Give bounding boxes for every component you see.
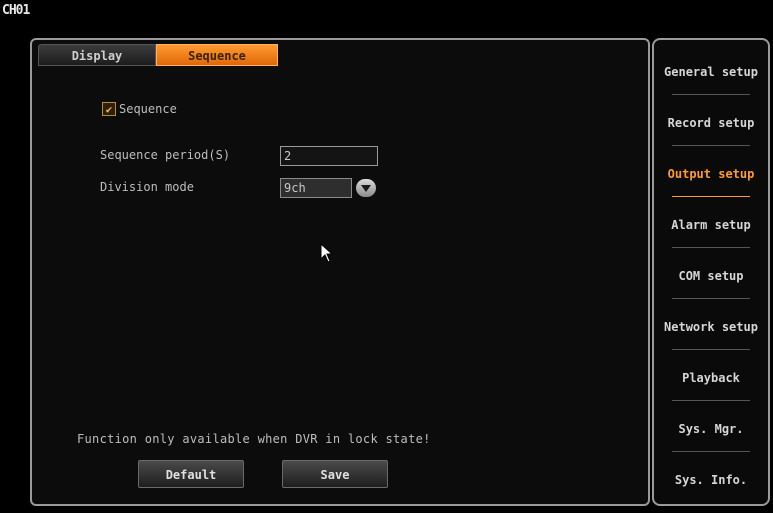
tab-sequence[interactable]: Sequence <box>156 44 278 66</box>
sequence-checkbox[interactable]: ✔ <box>102 102 116 116</box>
tab-display[interactable]: Display <box>38 44 156 66</box>
chevron-down-icon[interactable] <box>356 179 376 197</box>
sequence-checkbox-label: Sequence <box>119 102 177 116</box>
setup-menu-sidebar: General setup Record setup Output setup … <box>652 38 770 506</box>
lock-state-notice: Function only available when DVR in lock… <box>77 432 431 446</box>
sidebar-item-output-setup[interactable]: Output setup <box>654 148 768 199</box>
mouse-cursor-icon <box>320 242 334 267</box>
sequence-period-input[interactable]: 2 <box>280 146 378 166</box>
sidebar-item-record-setup[interactable]: Record setup <box>654 97 768 148</box>
sidebar-item-sys-mgr[interactable]: Sys. Mgr. <box>654 403 768 454</box>
division-mode-label: Division mode <box>100 180 194 194</box>
sequence-period-label: Sequence period(S) <box>100 148 231 162</box>
sequence-checkbox-row[interactable]: ✔ Sequence <box>102 102 177 116</box>
sidebar-item-general-setup[interactable]: General setup <box>654 46 768 97</box>
sidebar-item-alarm-setup[interactable]: Alarm setup <box>654 199 768 250</box>
default-button[interactable]: Default <box>138 460 244 488</box>
save-button[interactable]: Save <box>282 460 388 488</box>
checkmark-icon: ✔ <box>105 102 113 116</box>
sidebar-item-playback[interactable]: Playback <box>654 352 768 403</box>
tab-bar: Display Sequence <box>38 44 278 66</box>
sidebar-item-com-setup[interactable]: COM setup <box>654 250 768 301</box>
sidebar-item-sys-info[interactable]: Sys. Info. <box>654 454 768 505</box>
sidebar-item-network-setup[interactable]: Network setup <box>654 301 768 352</box>
channel-label: CH01 <box>2 3 30 18</box>
settings-panel: Display Sequence ✔ Sequence Sequence per… <box>30 38 650 506</box>
division-mode-select[interactable]: 9ch <box>280 178 352 198</box>
